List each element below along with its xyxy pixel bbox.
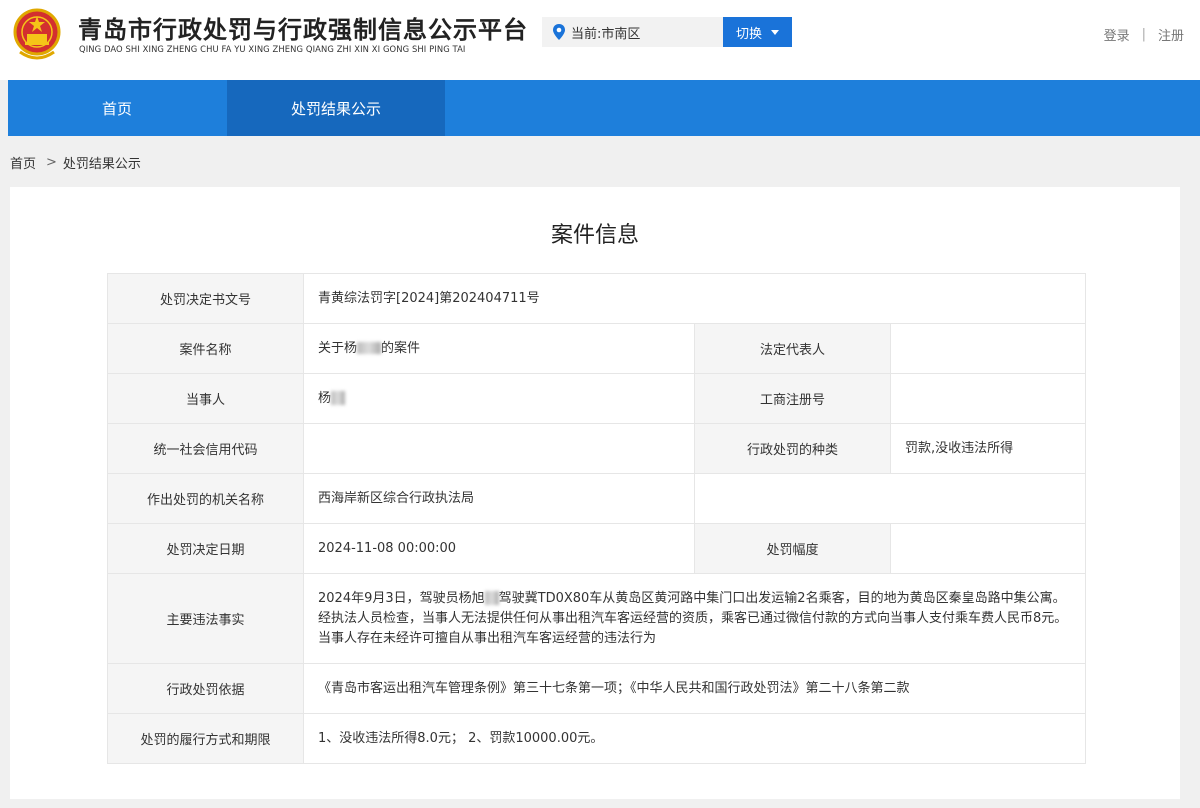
case-info-title: 案件信息 [550,223,639,248]
table-row: 行政处罚依据 《青岛市客运出租汽车管理条例》第三十七条第一项；《中华人民共和国行… [107,663,1087,714]
breadcrumb-home[interactable]: 首页 [10,153,36,172]
register-link[interactable]: 注册 [1158,25,1184,44]
decision-date-value: 2024-11-08 00:00:00 [303,523,695,574]
redacted-name [484,591,499,605]
reg-no-value [889,373,1087,424]
location-pin-icon [553,24,565,40]
case-name-value: 关于杨 的案件 [303,323,695,374]
table-row: 处罚决定日期 2024-11-08 00:00:00 处罚幅度 [107,523,1087,574]
decision-no-value: 青黄综法罚字[2024]第202404711号 [302,273,1087,324]
case-name-label: 案件名称 [107,323,304,374]
auth-links: 登录 | 注册 [1104,25,1184,44]
basis-label: 行政处罚依据 [107,663,304,714]
decision-date-label: 处罚决定日期 [107,523,304,574]
site-header: 青岛市行政处罚与行政强制信息公示平台 QING DAO SHI XING ZHE… [0,0,1200,80]
legal-rep-value [889,323,1087,374]
basis-value: 《青岛市客运出租汽车管理条例》第三十七条第一项；《中华人民共和国行政处罚法》第二… [302,663,1087,714]
caret-down-icon [771,29,779,35]
table-row: 作出处罚的机关名称 西海岸新区综合行政执法局 [107,473,1087,524]
site-title-pinyin: QING DAO SHI XING ZHENG CHU FA YU XING Z… [79,44,466,54]
case-name-prefix: 关于杨 [318,340,358,356]
breadcrumb: 首页 > 处罚结果公示 [10,153,141,172]
empty-cell [693,473,1087,524]
penalty-range-label: 处罚幅度 [694,523,891,574]
table-row: 处罚决定书文号 青黄综法罚字[2024]第202404711号 [107,273,1087,324]
case-info-table: 处罚决定书文号 青黄综法罚字[2024]第202404711号 案件名称 关于杨… [107,273,1087,764]
table-row: 处罚的履行方式和期限 1、没收违法所得8.0元； 2、罚款10000.00元。 [107,713,1087,764]
table-row: 当事人 杨 工商注册号 [107,373,1087,424]
penalty-type-value: 罚款,没收违法所得 [889,423,1087,474]
party-value: 杨 [303,373,695,424]
breadcrumb-current: 处罚结果公示 [62,157,141,172]
penalty-type-label: 行政处罚的种类 [694,423,891,474]
execution-label: 处罚的履行方式和期限 [107,713,304,764]
party-label: 当事人 [107,373,304,424]
legal-rep-label: 法定代表人 [694,323,891,374]
redacted-name [357,342,382,354]
authority-label: 作出处罚的机关名称 [107,473,304,524]
auth-separator: | [1141,27,1146,42]
table-row: 主要违法事实 2024年9月3日，驾驶员杨旭 驾驶冀TD0X80车从黄岛区黄河路中… [107,573,1087,664]
nav-home[interactable]: 首页 [8,80,226,136]
location-label: 当前:市南区 [571,26,641,42]
location-display: 当前:市南区 [542,17,724,47]
credit-code-value [303,423,695,474]
facts-value: 2024年9月3日，驾驶员杨旭 驾驶冀TD0X80车从黄岛区黄河路中集门口出发运输… [302,573,1087,664]
reg-no-label: 工商注册号 [694,373,891,424]
national-emblem-icon [13,8,61,60]
authority-value: 西海岸新区综合行政执法局 [303,473,695,524]
breadcrumb-separator: > [46,155,57,170]
party-name: 杨 [318,390,332,406]
site-title: 青岛市行政处罚与行政强制信息公示平台 [78,16,528,44]
table-row: 案件名称 关于杨 的案件 法定代表人 [107,323,1087,374]
main-nav: 首页 处罚结果公示 [8,80,1200,136]
facts-label: 主要违法事实 [107,573,304,664]
facts-text-1: 2024年9月3日，驾驶员杨旭 [318,590,485,606]
credit-code-label: 统一社会信用代码 [107,423,304,474]
case-name-suffix: 的案件 [381,340,421,356]
switch-label: 切换 [735,26,762,42]
execution-value: 1、没收违法所得8.0元； 2、罚款10000.00元。 [302,713,1087,764]
decision-no-label: 处罚决定书文号 [107,273,304,324]
penalty-range-value [889,523,1087,574]
nav-penalty-results[interactable]: 处罚结果公示 [227,80,445,136]
table-row: 统一社会信用代码 行政处罚的种类 罚款,没收违法所得 [107,423,1087,474]
redacted-name [331,391,346,405]
login-link[interactable]: 登录 [1104,25,1130,44]
switch-location-button[interactable]: 切换 [723,17,792,47]
case-info-card: 案件信息 处罚决定书文号 青黄综法罚字[2024]第202404711号 案件名… [10,187,1180,799]
